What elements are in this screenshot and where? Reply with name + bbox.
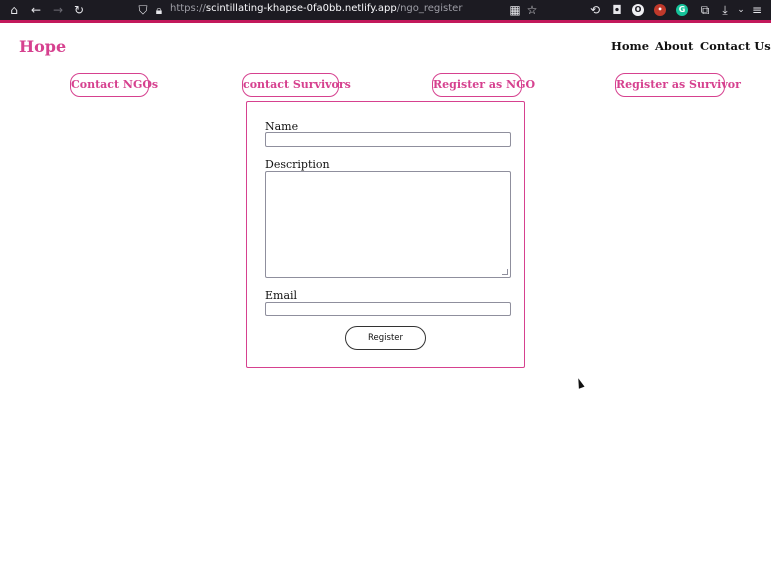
register-ngo-button[interactable]: Register as NGO bbox=[432, 73, 535, 97]
contact-ngos-button[interactable]: Contact NGOs bbox=[70, 73, 158, 97]
grid-icon[interactable]: ▦ bbox=[507, 2, 523, 18]
download-icon[interactable]: ⤓ bbox=[717, 2, 733, 18]
lock-icon[interactable]: 🔒︎ bbox=[151, 2, 167, 18]
url-text[interactable]: https://scintillating-khapse-0fa0bb.netl… bbox=[170, 3, 462, 14]
extension-o-icon[interactable]: O bbox=[632, 4, 644, 16]
description-label: Description bbox=[265, 158, 330, 171]
reload-icon[interactable]: ↻ bbox=[71, 2, 87, 18]
puzzle-extensions-icon[interactable]: ⧉ bbox=[697, 2, 713, 18]
email-label: Email bbox=[265, 289, 298, 302]
forward-icon[interactable]: → bbox=[50, 2, 66, 18]
home-icon[interactable]: ⌂ bbox=[6, 2, 22, 18]
name-input[interactable] bbox=[265, 132, 511, 147]
chevron-down-icon[interactable]: ⌄ bbox=[733, 2, 749, 18]
register-survivor-button[interactable]: Register as Survivor bbox=[615, 73, 741, 97]
menu-icon[interactable]: ≡ bbox=[749, 2, 765, 18]
mouse-cursor-icon bbox=[575, 377, 585, 389]
browser-accent-line bbox=[0, 20, 771, 23]
extension-red-icon[interactable]: • bbox=[654, 4, 666, 16]
pocket-icon[interactable]: ◘ bbox=[609, 2, 625, 18]
resize-handle-icon[interactable] bbox=[502, 269, 508, 275]
nav-home[interactable]: Home bbox=[611, 39, 649, 53]
bookmark-star-icon[interactable]: ☆ bbox=[524, 2, 540, 18]
nav-contact-us[interactable]: Contact Us bbox=[700, 39, 771, 53]
contact-survivors-button[interactable]: contact Survivors bbox=[242, 73, 351, 97]
back-icon[interactable]: ← bbox=[28, 2, 44, 18]
site-logo[interactable]: Hope bbox=[19, 37, 66, 56]
shield-icon[interactable]: ⛉ bbox=[135, 2, 151, 18]
description-textarea[interactable] bbox=[265, 171, 511, 278]
email-input[interactable] bbox=[265, 302, 511, 316]
register-button[interactable]: Register bbox=[345, 326, 426, 350]
grammarly-icon[interactable]: G bbox=[676, 4, 688, 16]
nav-about[interactable]: About bbox=[655, 39, 693, 53]
history-icon[interactable]: ⟲ bbox=[587, 2, 603, 18]
